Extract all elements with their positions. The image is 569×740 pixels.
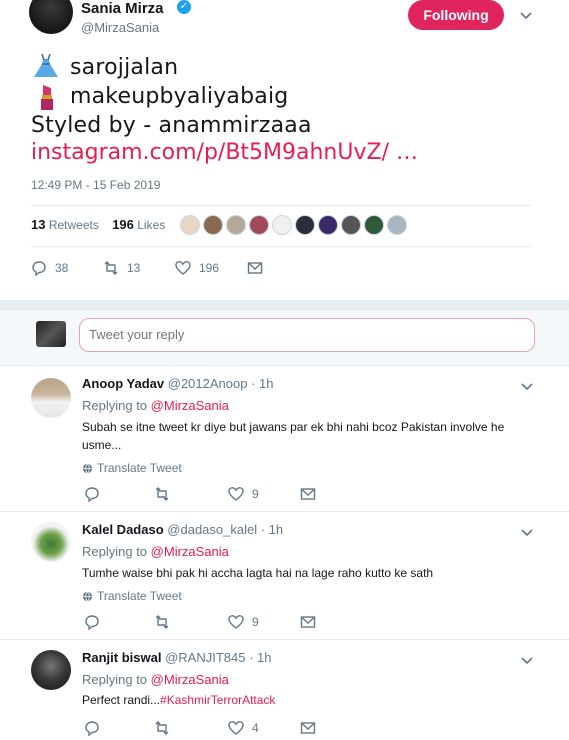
lipstick-emoji-icon [41,85,53,110]
envelope-icon [247,262,263,274]
liker-avatar[interactable] [203,215,223,235]
likers-avatars [180,215,407,235]
heart-icon [175,261,191,275]
following-button[interactable]: Following [408,0,504,30]
like-count: 4 [252,721,259,735]
dress-emoji-icon [34,53,58,77]
reply-icon [32,261,46,276]
heart-icon [228,487,244,501]
heart-icon [228,615,244,629]
liker-avatar[interactable] [226,215,246,235]
verified-badge-icon: ✓ [177,0,191,14]
reply-text: Perfect randi...#KashmirTerrorAttack [82,693,276,707]
like-count: 196 [199,261,220,275]
tweet-timestamp[interactable]: 12:49 PM - 15 Feb 2019 [31,178,160,192]
liker-avatar[interactable] [387,215,407,235]
tweet-reply-input[interactable] [79,318,535,352]
reply-count: 38 [55,261,69,275]
replying-to: Replying to @MirzaSania [82,544,229,559]
retweet-icon [104,261,118,275]
reply-icon[interactable] [84,486,100,502]
liker-avatar[interactable] [180,215,200,235]
like-action[interactable]: 9 [228,486,259,502]
tweet-text-line3: Styled by - anammirzaaa [31,113,312,138]
replying-to: Replying to @MirzaSania [82,672,229,687]
reply-text: Subah se itne tweet kr diye but jawans p… [82,420,505,452]
chevron-down-icon[interactable] [520,525,534,539]
retweet-action[interactable]: 13 [103,260,140,276]
retweet-icon[interactable] [154,614,170,630]
instagram-link[interactable]: instagram.com/p/Bt5M9ahnUvZ/ … [31,140,418,165]
divider [31,205,531,206]
chevron-down-icon[interactable] [520,379,534,393]
liker-avatar[interactable] [318,215,338,235]
heart-icon [228,721,244,735]
hashtag-link[interactable]: #KashmirTerrorAttack [160,693,275,707]
reply-tweet[interactable]: Kalel Dadaso @dadaso_kalel · 1h Replying… [0,512,569,640]
liker-avatar[interactable] [341,215,361,235]
like-action[interactable]: 4 [228,720,259,736]
chevron-down-icon[interactable] [519,8,533,22]
likes-stat[interactable]: 196 Likes [112,217,165,232]
replying-to: Replying to @MirzaSania [82,398,229,413]
reply-text: Tumhe waise bhi pak hi accha lagta hai n… [82,566,434,580]
like-action[interactable]: 196 [175,260,219,276]
divider [31,246,531,247]
author-avatar[interactable] [29,0,73,34]
author-name[interactable]: Sania Mirza [81,0,164,17]
envelope-icon[interactable] [300,486,316,502]
globe-icon [82,591,93,601]
reply-author-avatar[interactable] [31,522,71,562]
reply-icon[interactable] [84,720,100,736]
reply-action[interactable]: 38 [31,260,68,276]
retweet-icon[interactable] [154,486,170,502]
liker-avatar[interactable] [295,215,315,235]
reply-icon[interactable] [84,614,100,630]
envelope-icon[interactable] [300,720,316,736]
reply-author-avatar[interactable] [31,650,71,690]
tweet-stats: 13 Retweets 196 Likes [31,217,165,232]
retweet-icon[interactable] [154,720,170,736]
chevron-down-icon[interactable] [520,653,534,667]
liker-avatar[interactable] [364,215,384,235]
reply-author[interactable]: Ranjit biswal @RANJIT845 · 1h [82,650,272,665]
reply-tweet[interactable]: Ranjit biswal @RANJIT845 · 1h Replying t… [0,640,569,740]
globe-icon [82,463,93,473]
reply-author[interactable]: Anoop Yadav @2012Anoop · 1h [82,376,274,391]
message-action[interactable] [247,260,263,276]
liker-avatar[interactable] [249,215,269,235]
reply-composer [0,310,569,366]
liker-avatar[interactable] [272,215,292,235]
author-handle[interactable]: @MirzaSania [81,20,159,35]
translate-tweet-link[interactable]: Translate Tweet [82,461,182,475]
envelope-icon[interactable] [300,614,316,630]
like-action[interactable]: 9 [228,614,259,630]
retweets-stat[interactable]: 13 Retweets [31,217,99,232]
reply-tweet[interactable]: Anoop Yadav @2012Anoop · 1h Replying to … [0,366,569,512]
tweet-text-line2: makeupbyaliyabaig [70,84,289,109]
translate-tweet-link[interactable]: Translate Tweet [82,589,182,603]
tweet-text-line1: sarojjalan [70,55,179,80]
section-separator [0,300,569,310]
like-count: 9 [252,487,259,501]
reply-author-avatar[interactable] [31,378,71,418]
main-tweet: Sania Mirza ✓ @MirzaSania Following saro… [0,0,569,300]
retweet-count: 13 [127,261,141,275]
reply-author[interactable]: Kalel Dadaso @dadaso_kalel · 1h [82,522,283,537]
like-count: 9 [252,615,259,629]
current-user-avatar [36,321,66,347]
